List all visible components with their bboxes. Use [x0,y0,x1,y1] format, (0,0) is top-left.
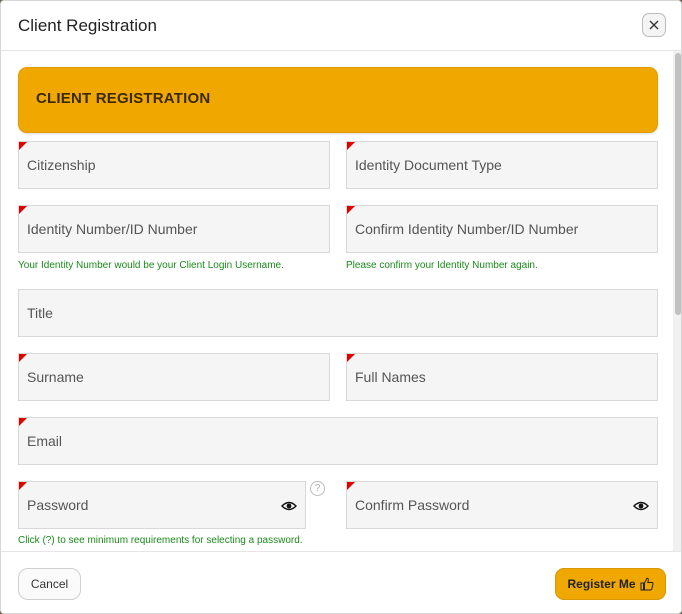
registration-modal: Client Registration CLIENT REGISTRATION … [0,0,682,614]
full-names-label: Full Names [355,369,426,385]
close-icon [649,20,659,30]
eye-icon [633,501,649,511]
required-marker [347,482,355,490]
modal-footer: Cancel Register Me [1,551,681,613]
identity-number-hint: Your Identity Number would be your Clien… [18,260,284,271]
required-marker [19,142,27,150]
modal-title: Client Registration [18,16,157,35]
citizenship-label: Citizenship [27,157,96,173]
password-hint: Click (?) to see minimum requirements fo… [18,535,303,546]
full-names-field[interactable]: Full Names [346,353,658,401]
cancel-label: Cancel [30,577,69,591]
password-field[interactable]: Password [18,481,306,529]
register-label: Register Me [567,577,636,591]
citizenship-select[interactable]: Citizenship [18,141,330,189]
identity-document-type-select[interactable]: Identity Document Type [346,141,658,189]
cancel-button[interactable]: Cancel [18,568,81,600]
email-label: Email [27,433,63,449]
banner-title: CLIENT REGISTRATION [36,90,211,107]
identity-document-type-label: Identity Document Type [355,157,502,173]
help-icon: ? [314,483,321,494]
email-field[interactable]: Email [18,417,658,465]
title-label: Title [27,305,53,321]
scrollbar-thumb[interactable] [675,53,681,315]
confirm-identity-number-label: Confirm Identity Number/ID Number [355,221,579,237]
modal-body[interactable]: CLIENT REGISTRATION Citizenship Identity… [1,51,673,551]
confirm-password-field[interactable]: Confirm Password [346,481,658,529]
identity-number-label: Identity Number/ID Number [27,221,198,237]
surname-field[interactable]: Surname [18,353,330,401]
register-button[interactable]: Register Me [555,568,666,600]
confirm-identity-number-hint: Please confirm your Identity Number agai… [346,260,538,271]
thumbs-up-icon [640,577,654,591]
show-confirm-password-toggle[interactable] [633,499,649,517]
required-marker [19,354,27,362]
modal-header: Client Registration [1,1,681,51]
password-label: Password [27,497,89,513]
title-select[interactable]: Title [18,289,658,337]
required-marker [347,142,355,150]
password-help-button[interactable]: ? [310,481,325,496]
registration-banner: CLIENT REGISTRATION [18,67,658,133]
eye-icon [281,501,297,511]
required-marker [19,482,27,490]
confirm-identity-number-field[interactable]: Confirm Identity Number/ID Number [346,205,658,253]
required-marker [19,206,27,214]
show-password-toggle[interactable] [281,499,297,517]
identity-number-field[interactable]: Identity Number/ID Number [18,205,330,253]
required-marker [347,354,355,362]
required-marker [347,206,355,214]
required-marker [19,418,27,426]
surname-label: Surname [27,369,84,385]
close-button[interactable] [642,13,666,37]
confirm-password-label: Confirm Password [355,497,470,513]
